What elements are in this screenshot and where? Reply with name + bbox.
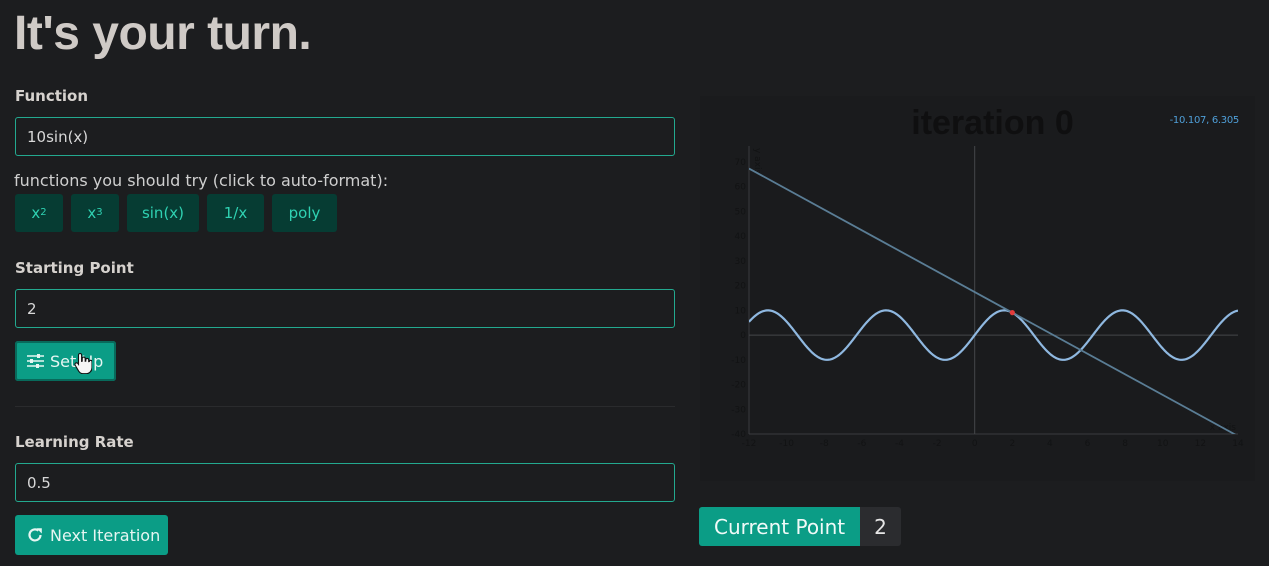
starting-point-input[interactable]	[15, 289, 675, 328]
current-point-marker	[1009, 310, 1015, 316]
current-point-badge: Current Point 2	[699, 507, 901, 546]
y-tick-label: -20	[731, 381, 746, 391]
redo-icon	[28, 528, 42, 542]
chip-label: poly	[288, 204, 321, 222]
suggestion-poly[interactable]: poly	[272, 194, 337, 232]
y-tick-label: 70	[735, 158, 747, 168]
y-tick-label: 20	[735, 282, 747, 292]
plot-panel[interactable]: iteration 0 -10.107, 6.305 70 60 50 40 30 20 1…	[700, 96, 1255, 481]
chip-label: sin(x)	[141, 204, 185, 222]
learning-rate-label: Learning Rate	[15, 433, 134, 451]
x-tick-label: 10	[1157, 439, 1169, 449]
y-tick-label: 0	[740, 331, 746, 341]
next-iteration-label: Next Iteration	[50, 525, 161, 545]
x-tick-label: -12	[742, 439, 757, 449]
sliders-icon	[27, 354, 44, 368]
x-tick-label: 0	[972, 439, 978, 449]
y-tick-label: 10	[735, 306, 747, 316]
x-tick-label: -8	[820, 439, 829, 449]
suggestion-chips: x2 x3 sin(x) 1/x poly	[15, 194, 337, 232]
suggestion-reciprocal[interactable]: 1/x	[207, 194, 264, 232]
function-label: Function	[15, 87, 89, 105]
current-point-label: Current Point	[699, 507, 861, 546]
page-heading: It's your turn.	[14, 7, 312, 60]
learning-rate-input[interactable]	[15, 463, 675, 502]
x-tick-label: -6	[857, 439, 866, 449]
y-tick-label: 40	[735, 232, 747, 242]
x-tick-label: -4	[895, 439, 904, 449]
suggestion-sin[interactable]: sin(x)	[127, 194, 199, 232]
chip-base: x	[87, 204, 97, 222]
starting-point-label: Starting Point	[15, 259, 134, 277]
y-tick-label: 50	[735, 207, 747, 217]
x-tick-label: 2	[1009, 439, 1015, 449]
x-tick-label: 6	[1085, 439, 1091, 449]
suggestions-hint: functions you should try (click to auto-…	[14, 171, 389, 190]
function-plot[interactable]: 706050403020100-10-20-30-40-12 -10 -8 -6 -4-…	[700, 96, 1255, 481]
x-tick-label: -2	[933, 439, 942, 449]
hand-cursor-icon	[74, 352, 92, 374]
x-tick-label: 14	[1232, 439, 1244, 449]
tangent-line	[749, 167, 1237, 434]
setup-button[interactable]: Set Up	[15, 341, 116, 381]
y-tick-label: -10	[731, 356, 746, 366]
chip-base: x	[31, 204, 41, 222]
x-tick-label: 8	[1122, 439, 1128, 449]
current-point-value: 2	[860, 507, 901, 546]
suggestion-x-squared[interactable]: x2	[15, 194, 63, 232]
function-input[interactable]	[15, 117, 675, 156]
next-iteration-button[interactable]: Next Iteration	[15, 515, 168, 555]
x-tick-label: 12	[1195, 439, 1206, 449]
section-divider	[15, 406, 675, 407]
y-tick-label: -30	[731, 405, 746, 415]
x-tick-label: -10	[779, 439, 794, 449]
chip-label: 1/x	[223, 204, 248, 222]
x-tick-label: 4	[1047, 439, 1053, 449]
y-tick-label: 60	[735, 183, 747, 193]
y-tick-label: 30	[735, 257, 747, 267]
suggestion-x-cubed[interactable]: x3	[71, 194, 119, 232]
